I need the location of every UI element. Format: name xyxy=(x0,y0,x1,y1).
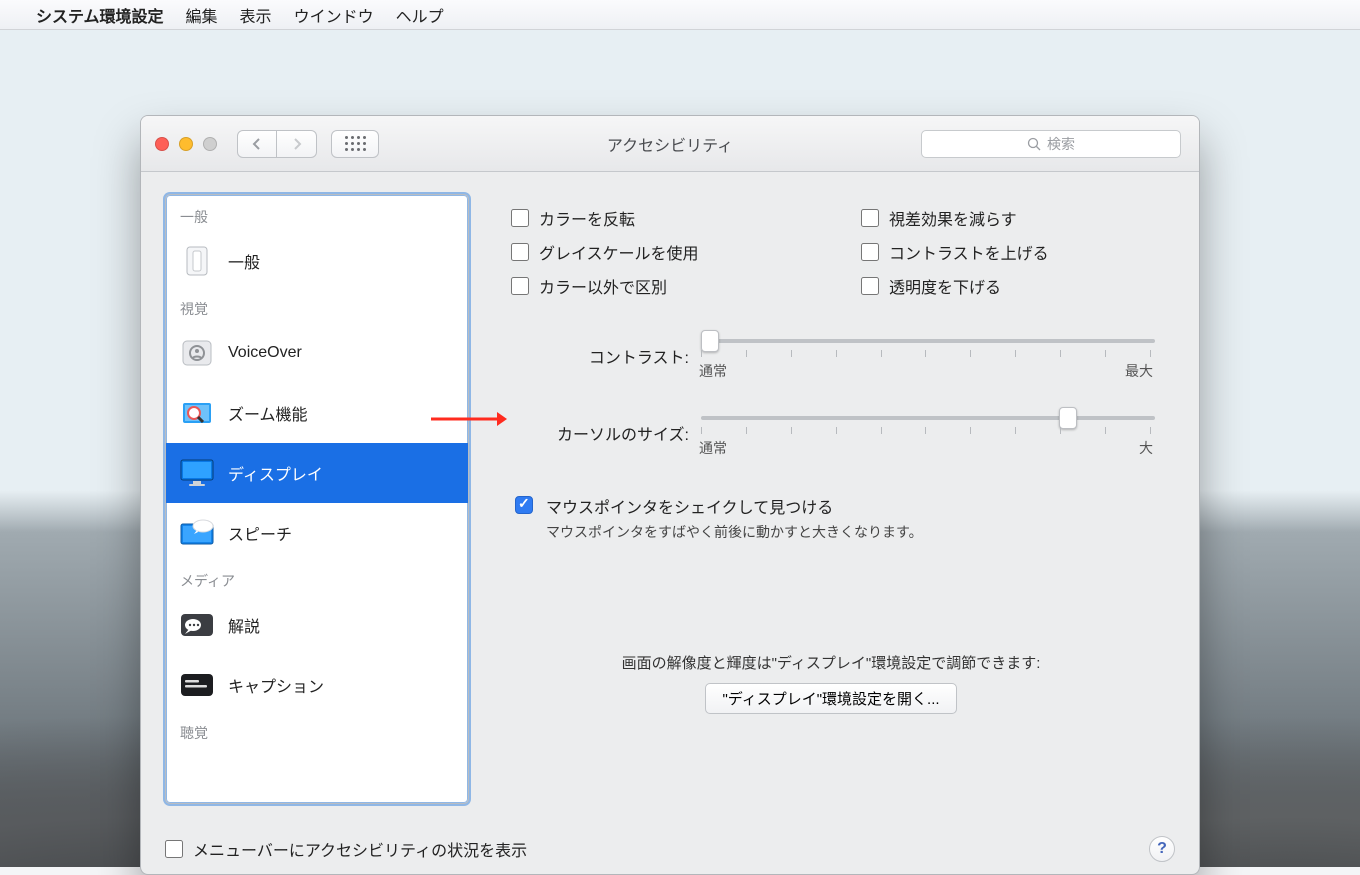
sidebar-item-display[interactable]: ディスプレイ xyxy=(166,443,468,503)
show-status-in-menubar-checkbox[interactable]: メニューバーにアクセシビリティの状況を表示 xyxy=(165,837,527,861)
chevron-right-icon xyxy=(292,138,302,150)
forward-button[interactable] xyxy=(277,130,317,158)
shake-description: マウスポインタをすばやく前後に動かすと大きくなります。 xyxy=(546,522,923,542)
close-button[interactable] xyxy=(155,137,169,151)
sidebar-item-voiceover[interactable]: VoiceOver xyxy=(166,323,468,383)
open-display-prefs-button[interactable]: "ディスプレイ"環境設定を開く... xyxy=(705,683,956,714)
menu-view[interactable]: 表示 xyxy=(240,3,272,27)
menu-window[interactable]: ウインドウ xyxy=(294,3,374,27)
zoom-icon xyxy=(178,394,216,432)
window-bottom-bar: メニューバーにアクセシビリティの状況を表示 ? xyxy=(165,836,1175,862)
invert-colors-checkbox[interactable]: カラーを反転 xyxy=(511,206,801,230)
descriptions-icon xyxy=(178,606,216,644)
sidebar-item-label: VoiceOver xyxy=(228,344,302,362)
sidebar-item-zoom[interactable]: ズーム機能 xyxy=(166,383,468,443)
voiceover-icon xyxy=(178,334,216,372)
search-icon xyxy=(1027,137,1041,151)
sidebar-section-media: メディア xyxy=(166,563,468,595)
category-sidebar[interactable]: 一般 一般 視覚 VoiceOver xyxy=(165,194,469,804)
window-traffic-lights xyxy=(155,137,217,151)
contrast-min-label: 通常 xyxy=(699,361,727,381)
shake-title: マウスポインタをシェイクして見つける xyxy=(546,494,923,518)
app-menu[interactable]: システム環境設定 xyxy=(36,3,164,27)
back-button[interactable] xyxy=(237,130,277,158)
chevron-left-icon xyxy=(252,138,262,150)
help-button[interactable]: ? xyxy=(1149,836,1175,862)
captions-icon xyxy=(178,666,216,704)
sidebar-item-label: 一般 xyxy=(228,249,260,273)
display-prefs-note: 画面の解像度と輝度は"ディスプレイ"環境設定で調節できます: xyxy=(509,652,1153,673)
shake-to-locate-row: マウスポインタをシェイクして見つける マウスポインタをすばやく前後に動かすと大き… xyxy=(511,494,1153,542)
sidebar-item-speech[interactable]: スピーチ xyxy=(166,503,468,563)
sidebar-item-label: ディスプレイ xyxy=(228,461,323,485)
shake-to-locate-checkbox[interactable] xyxy=(515,496,533,514)
contrast-max-label: 最大 xyxy=(1125,361,1153,381)
sidebar-item-captions[interactable]: キャプション xyxy=(166,655,468,715)
general-icon xyxy=(178,242,216,280)
menu-help[interactable]: ヘルプ xyxy=(396,3,444,27)
contrast-label: コントラスト: xyxy=(509,344,699,368)
search-field[interactable]: 検索 xyxy=(921,130,1181,158)
preferences-window: アクセシビリティ 検索 一般 一般 視覚 xyxy=(140,115,1200,875)
sidebar-item-label: ズーム機能 xyxy=(228,401,308,425)
sidebar-section-hearing: 聴覚 xyxy=(166,715,468,747)
increase-contrast-checkbox[interactable]: コントラストを上げる xyxy=(861,240,1151,264)
sidebar-item-general[interactable]: 一般 xyxy=(166,231,468,291)
zoom-button[interactable] xyxy=(203,137,217,151)
menu-edit[interactable]: 編集 xyxy=(186,3,218,27)
display-settings-pane: カラーを反転 視差効果を減らす グレイスケールを使用 コントラストを上げる カラ… xyxy=(487,194,1175,804)
checkbox-grid: カラーを反転 視差効果を減らす グレイスケールを使用 コントラストを上げる カラ… xyxy=(511,206,1151,298)
sidebar-section-vision: 視覚 xyxy=(166,291,468,323)
window-titlebar: アクセシビリティ 検索 xyxy=(141,116,1199,172)
sidebar-item-descriptions[interactable]: 解説 xyxy=(166,595,468,655)
cursor-max-label: 大 xyxy=(1139,438,1153,458)
cursor-min-label: 通常 xyxy=(699,438,727,458)
grayscale-checkbox[interactable]: グレイスケールを使用 xyxy=(511,240,801,264)
sidebar-item-label: スピーチ xyxy=(228,521,292,545)
sidebar-section-general: 一般 xyxy=(166,199,468,231)
grid-icon xyxy=(345,136,366,151)
cursor-size-slider[interactable] xyxy=(701,416,1155,420)
minimize-button[interactable] xyxy=(179,137,193,151)
speech-icon xyxy=(178,514,216,552)
show-all-button[interactable] xyxy=(331,130,379,158)
display-icon xyxy=(178,454,216,492)
reduce-transparency-checkbox[interactable]: 透明度を下げる xyxy=(861,274,1151,298)
nav-segmented xyxy=(237,130,317,158)
contrast-slider[interactable] xyxy=(701,339,1155,343)
reduce-motion-checkbox[interactable]: 視差効果を減らす xyxy=(861,206,1151,230)
differentiate-checkbox[interactable]: カラー以外で区別 xyxy=(511,274,801,298)
search-placeholder: 検索 xyxy=(1047,134,1075,154)
window-body: 一般 一般 視覚 VoiceOver xyxy=(141,172,1199,874)
sidebar-item-label: 解説 xyxy=(228,613,260,637)
sidebar-item-label: キャプション xyxy=(228,673,324,697)
cursor-size-label: カーソルのサイズ: xyxy=(509,421,699,445)
system-menubar: システム環境設定 編集 表示 ウインドウ ヘルプ xyxy=(0,0,1360,30)
